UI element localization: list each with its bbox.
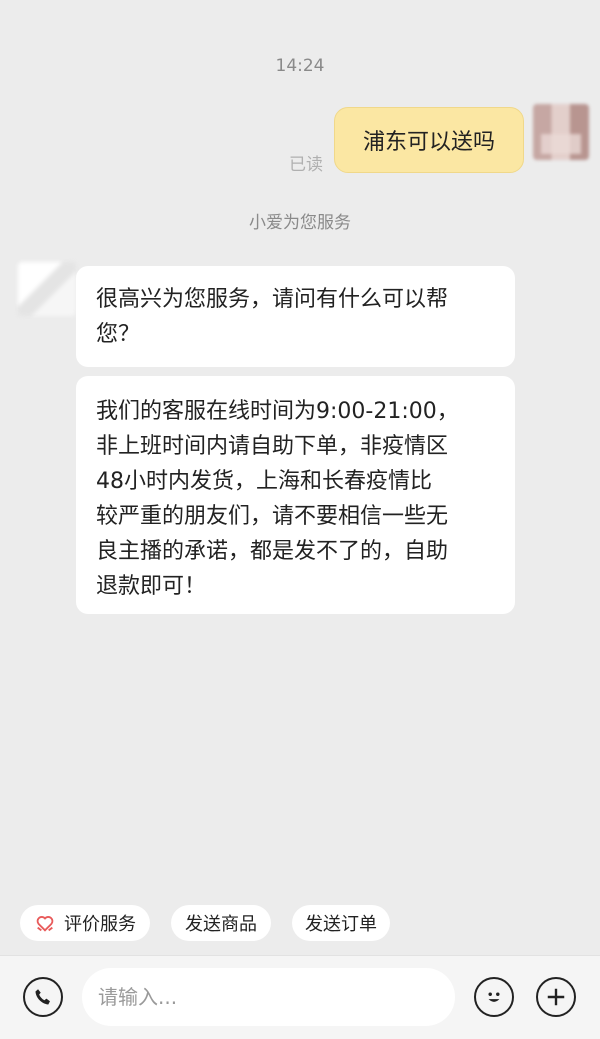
rate-service-label: 评价服务 [64,914,136,935]
message-timestamp: 14:24 [275,56,325,76]
phone-icon [35,989,50,1005]
heart-hands-icon [36,916,54,932]
agent-avatar[interactable] [18,262,76,316]
more-actions-button[interactable] [536,977,576,1017]
send-order-button[interactable]: 发送订单 [292,905,390,941]
emoji-button[interactable] [474,977,514,1017]
plus-icon [547,988,565,1006]
message-input[interactable] [82,968,455,1026]
service-agent-note: 小爱为您服务 [249,213,351,233]
chat-area: 14:24 已读 浦东可以送吗 小爱为您服务 很高兴为您服务，请问有什么可以帮您… [0,0,600,955]
phone-button[interactable] [23,977,63,1017]
outgoing-message-bubble[interactable]: 浦东可以送吗 [334,107,524,173]
read-receipt: 已读 [289,155,323,175]
send-product-label: 发送商品 [185,914,257,935]
send-product-button[interactable]: 发送商品 [171,905,271,941]
emoji-icon [488,992,500,1002]
rate-service-button[interactable]: 评价服务 [20,905,150,941]
incoming-message-bubble[interactable]: 我们的客服在线时间为9:00-21:00， 非上班时间内请自助下单，非疫情区 48小… [76,376,515,614]
send-order-label: 发送订单 [305,914,377,935]
composer-bar [0,955,600,1039]
user-avatar[interactable] [533,104,589,160]
incoming-message-bubble[interactable]: 很高兴为您服务，请问有什么可以帮 您？ [76,266,515,367]
